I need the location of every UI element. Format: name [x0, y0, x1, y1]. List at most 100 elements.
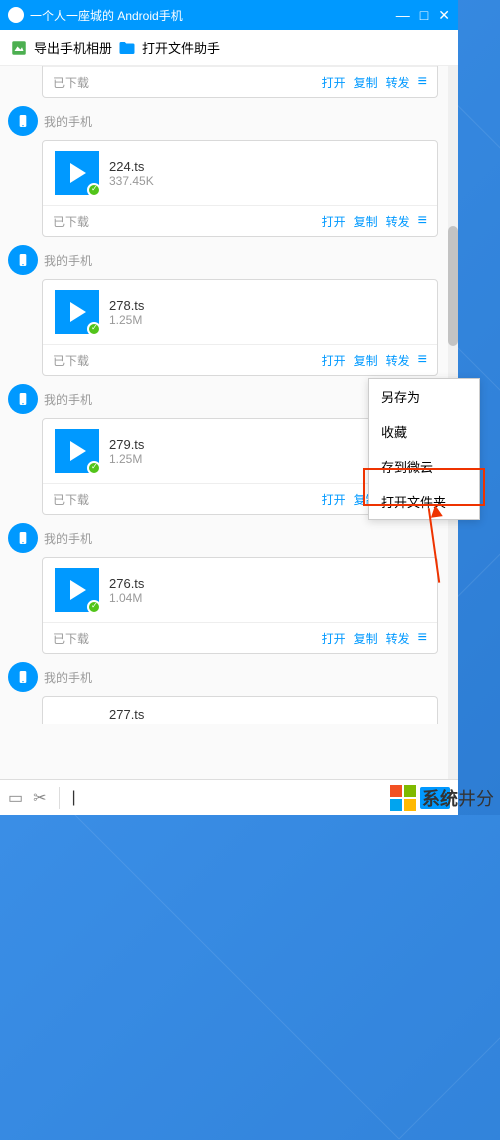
file-info: 276.ts 1.04M	[109, 576, 144, 605]
copy-button[interactable]: 复制	[354, 352, 378, 369]
file-info: 279.ts 1.25M	[109, 437, 144, 466]
open-button[interactable]: 打开	[322, 352, 346, 369]
file-actions: 打开 复制 转发 ≡	[322, 212, 427, 230]
more-menu-icon[interactable]: ≡	[418, 351, 427, 369]
window-title: 一个人一座城的 Android手机	[30, 7, 183, 24]
forward-button[interactable]: 转发	[386, 630, 410, 647]
open-button[interactable]: 打开	[322, 491, 346, 508]
minimize-button[interactable]: —	[396, 7, 410, 24]
file-name: 277.ts	[109, 707, 144, 722]
copy-button[interactable]: 复制	[354, 213, 378, 230]
file-name: 276.ts	[109, 576, 144, 591]
forward-button[interactable]: 转发	[386, 213, 410, 230]
screenshot-icon[interactable]: ▭	[8, 788, 23, 808]
file-card-footer: 已下载 打开 复制 转发 ≡	[43, 344, 437, 375]
file-info: 278.ts 1.25M	[109, 298, 144, 327]
check-badge-icon	[87, 600, 101, 614]
maximize-button[interactable]: □	[420, 7, 428, 24]
video-play-icon[interactable]	[55, 429, 99, 473]
phone-avatar[interactable]	[8, 245, 38, 275]
video-play-icon[interactable]	[55, 290, 99, 334]
copy-button[interactable]: 复制	[354, 630, 378, 647]
forward-button[interactable]: 转发	[386, 352, 410, 369]
file-status: 已下载	[53, 352, 322, 369]
export-icon	[10, 39, 28, 57]
file-card: 224.ts 337.45K 已下载 打开 复制 转发 ≡	[42, 140, 438, 237]
file-card-footer: 已下载 打开 复制 转发 ≡	[43, 66, 437, 97]
site-watermark: 系统井分	[390, 785, 494, 811]
close-button[interactable]: ✕	[438, 7, 450, 24]
file-size: 1.25M	[109, 313, 144, 327]
open-button[interactable]: 打开	[322, 630, 346, 647]
file-size: 1.25M	[109, 452, 144, 466]
menu-save-as[interactable]: 另存为	[369, 379, 479, 414]
check-badge-icon	[87, 322, 101, 336]
open-button[interactable]: 打开	[322, 213, 346, 230]
video-play-icon[interactable]	[55, 151, 99, 195]
sender-name: 我的手机	[44, 530, 92, 547]
file-status: 已下载	[53, 74, 322, 91]
file-card-footer: 已下载 打开 复制 转发 ≡	[43, 622, 437, 653]
phone-avatar[interactable]	[8, 384, 38, 414]
phone-avatar[interactable]	[8, 662, 38, 692]
file-size: 337.45K	[109, 174, 154, 188]
sender-name: 我的手机	[44, 391, 92, 408]
toolbar: 导出手机相册 打开文件助手	[0, 30, 458, 66]
titlebar: 一个人一座城的 Android手机 — □ ✕	[0, 0, 458, 30]
file-actions: 打开 复制 转发 ≡	[322, 73, 427, 91]
message-block: 我的手机 278.ts 1.25M 已下载 打开 复制	[0, 245, 448, 376]
file-actions: 打开 复制 转发 ≡	[322, 351, 427, 369]
menu-open-folder[interactable]: 打开文件夹	[369, 484, 479, 519]
qq-penguin-icon	[8, 7, 24, 23]
sender-row: 我的手机	[0, 523, 448, 553]
watermark-text: 系统井分	[422, 785, 494, 811]
more-menu-icon[interactable]: ≡	[418, 629, 427, 647]
message-block: 我的手机 277.ts	[0, 662, 448, 724]
check-badge-icon	[87, 461, 101, 475]
file-info: 224.ts 337.45K	[109, 159, 154, 188]
windows-logo-icon	[390, 785, 416, 811]
video-play-icon[interactable]	[55, 568, 99, 612]
file-status: 已下载	[53, 213, 322, 230]
file-name: 278.ts	[109, 298, 144, 313]
divider	[59, 787, 60, 809]
file-info: 277.ts	[55, 707, 144, 722]
more-menu-icon[interactable]: ≡	[418, 73, 427, 91]
file-card: 已下载 打开 复制 转发 ≡	[42, 66, 438, 98]
scrollbar-thumb[interactable]	[448, 226, 458, 346]
file-name: 279.ts	[109, 437, 144, 452]
sender-row: 我的手机	[0, 106, 448, 136]
folder-icon	[118, 39, 136, 57]
file-card: 278.ts 1.25M 已下载 打开 复制 转发 ≡	[42, 279, 438, 376]
message-block: 我的手机 276.ts 1.04M 已下载 打开 复制	[0, 523, 448, 654]
open-file-helper-button[interactable]: 打开文件助手	[142, 38, 220, 57]
file-status: 已下载	[53, 491, 322, 508]
file-card: 276.ts 1.04M 已下载 打开 复制 转发 ≡	[42, 557, 438, 654]
menu-favorite[interactable]: 收藏	[369, 414, 479, 449]
context-menu: 另存为 收藏 存到微云 打开文件夹	[368, 378, 480, 520]
file-size: 1.04M	[109, 591, 144, 605]
forward-button[interactable]: 转发	[386, 74, 410, 91]
open-button[interactable]: 打开	[322, 74, 346, 91]
message-block: 我的手机 224.ts 337.45K 已下载 打开 复制	[0, 106, 448, 237]
sender-row: 我的手机	[0, 662, 448, 692]
file-card-body: 277.ts	[43, 697, 437, 724]
phone-avatar[interactable]	[8, 106, 38, 136]
file-card-body: 276.ts 1.04M	[43, 558, 437, 622]
scissors-icon[interactable]: ✂	[33, 788, 46, 808]
export-photos-button[interactable]: 导出手机相册	[34, 38, 112, 57]
file-card-body: 224.ts 337.45K	[43, 141, 437, 205]
annotation-arrow-head	[429, 504, 443, 518]
more-menu-icon[interactable]: ≡	[418, 212, 427, 230]
copy-button[interactable]: 复制	[354, 74, 378, 91]
phone-avatar[interactable]	[8, 523, 38, 553]
menu-save-cloud[interactable]: 存到微云	[369, 449, 479, 484]
file-actions: 打开 复制 转发 ≡	[322, 629, 427, 647]
check-badge-icon	[87, 183, 101, 197]
file-card-body: 278.ts 1.25M	[43, 280, 437, 344]
sender-name: 我的手机	[44, 113, 92, 130]
file-card: 277.ts	[42, 696, 438, 724]
text-cursor[interactable]: |	[72, 789, 76, 807]
window-controls: — □ ✕	[396, 7, 450, 24]
sender-name: 我的手机	[44, 252, 92, 269]
